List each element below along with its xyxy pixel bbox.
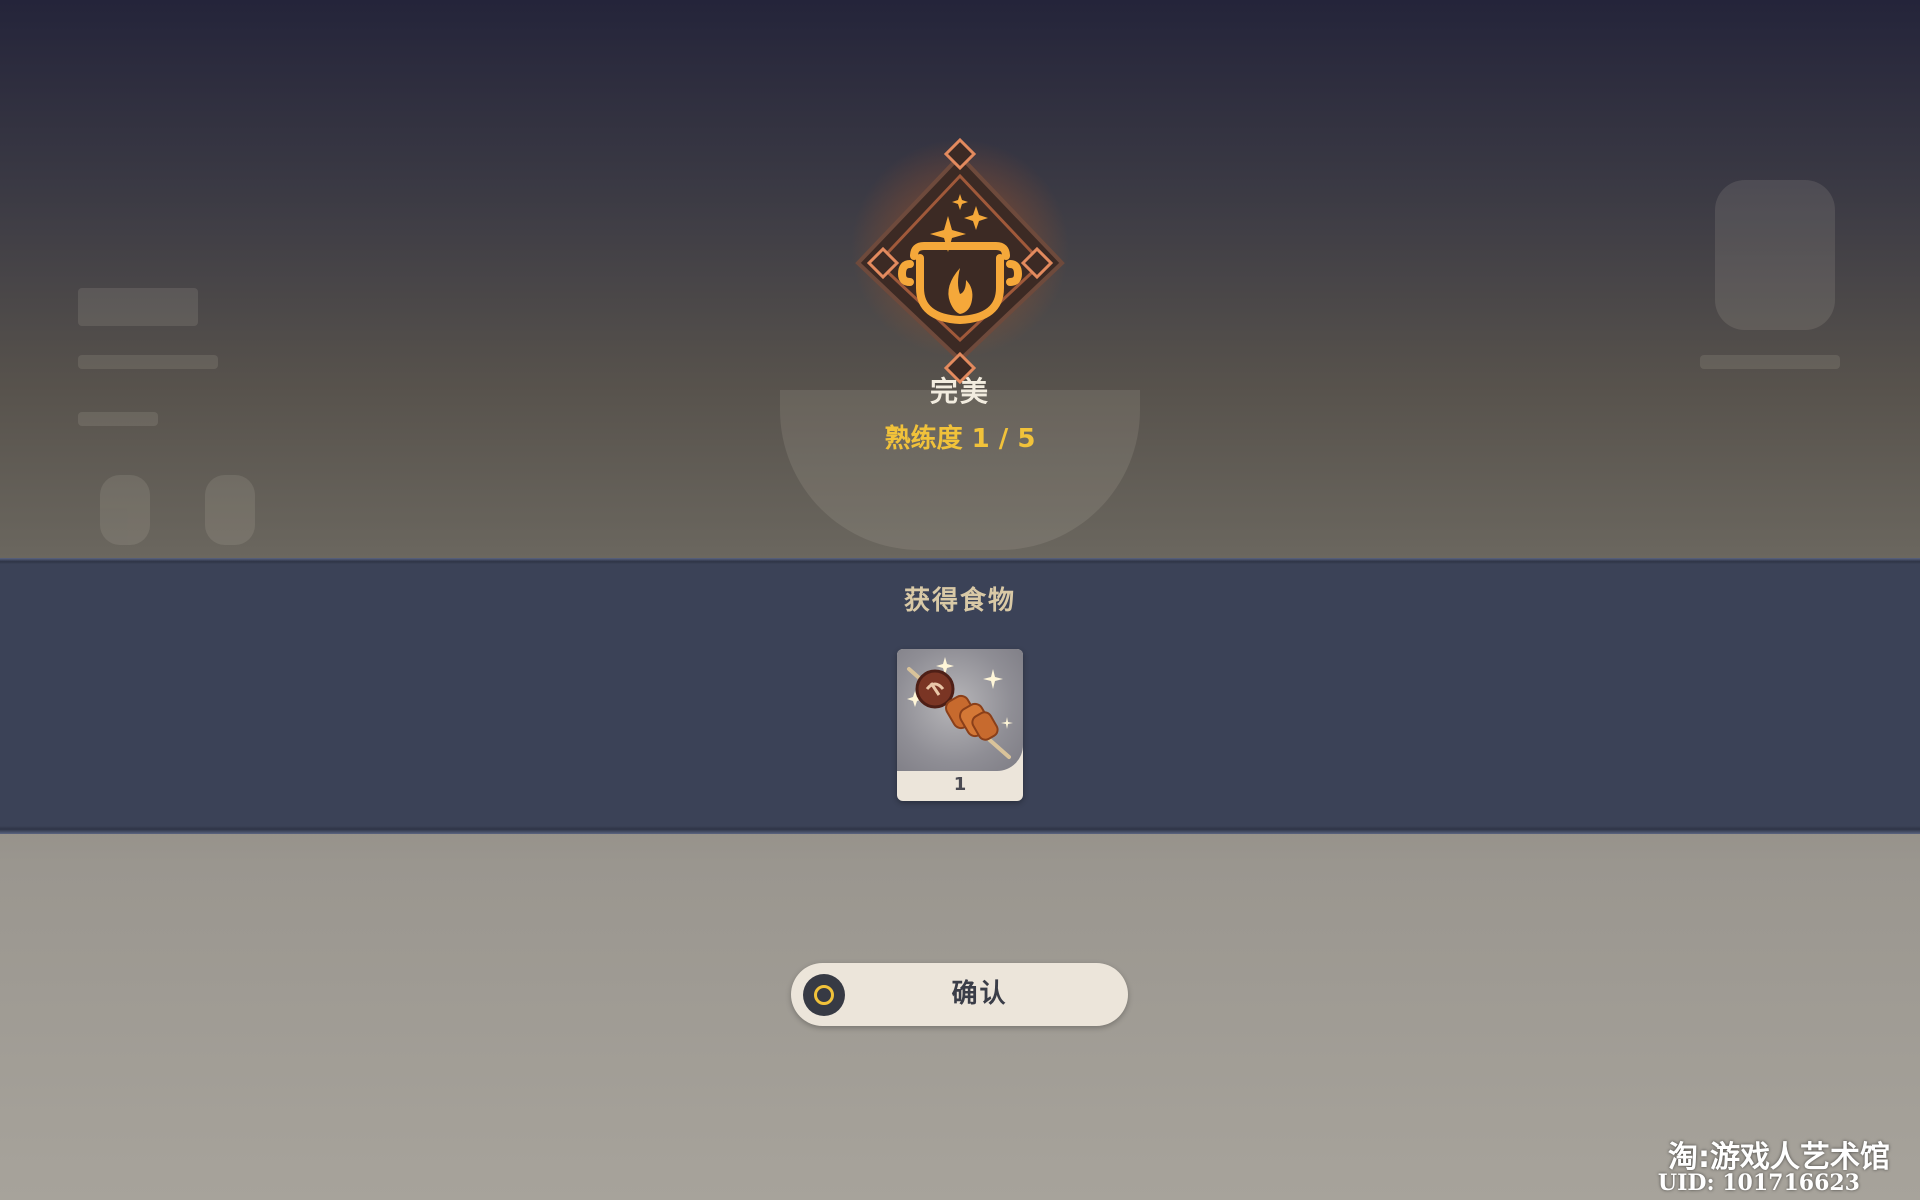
bg-character (205, 475, 255, 545)
watermark-uid: UID: 101716623 (1657, 1170, 1860, 1196)
cooking-pot-icon (855, 137, 1065, 385)
bg-cooking-pot (780, 390, 1140, 550)
reward-item-count: 1 (953, 774, 967, 795)
bg-character (100, 475, 150, 545)
bg-text-line (1700, 355, 1840, 369)
result-title: 完美 (929, 375, 990, 408)
rewards-panel-top-border (0, 558, 1920, 564)
reward-item-card[interactable]: 1 (897, 649, 1023, 801)
cooking-result-emblem (810, 128, 1110, 398)
rewards-title: 获得食物 (903, 586, 1016, 616)
bg-panel (78, 288, 198, 326)
bg-portrait (1715, 180, 1835, 330)
proficiency-counter: 熟练度 1 / 5 (884, 424, 1036, 454)
skewer-food-icon (897, 649, 1023, 771)
rewards-panel-bottom-border (0, 826, 1920, 834)
confirm-button[interactable]: 确认 (791, 963, 1128, 1026)
confirm-button-label: 确认 (951, 979, 1008, 1009)
bg-text-line (78, 355, 218, 369)
controller-circle-icon (803, 974, 845, 1016)
